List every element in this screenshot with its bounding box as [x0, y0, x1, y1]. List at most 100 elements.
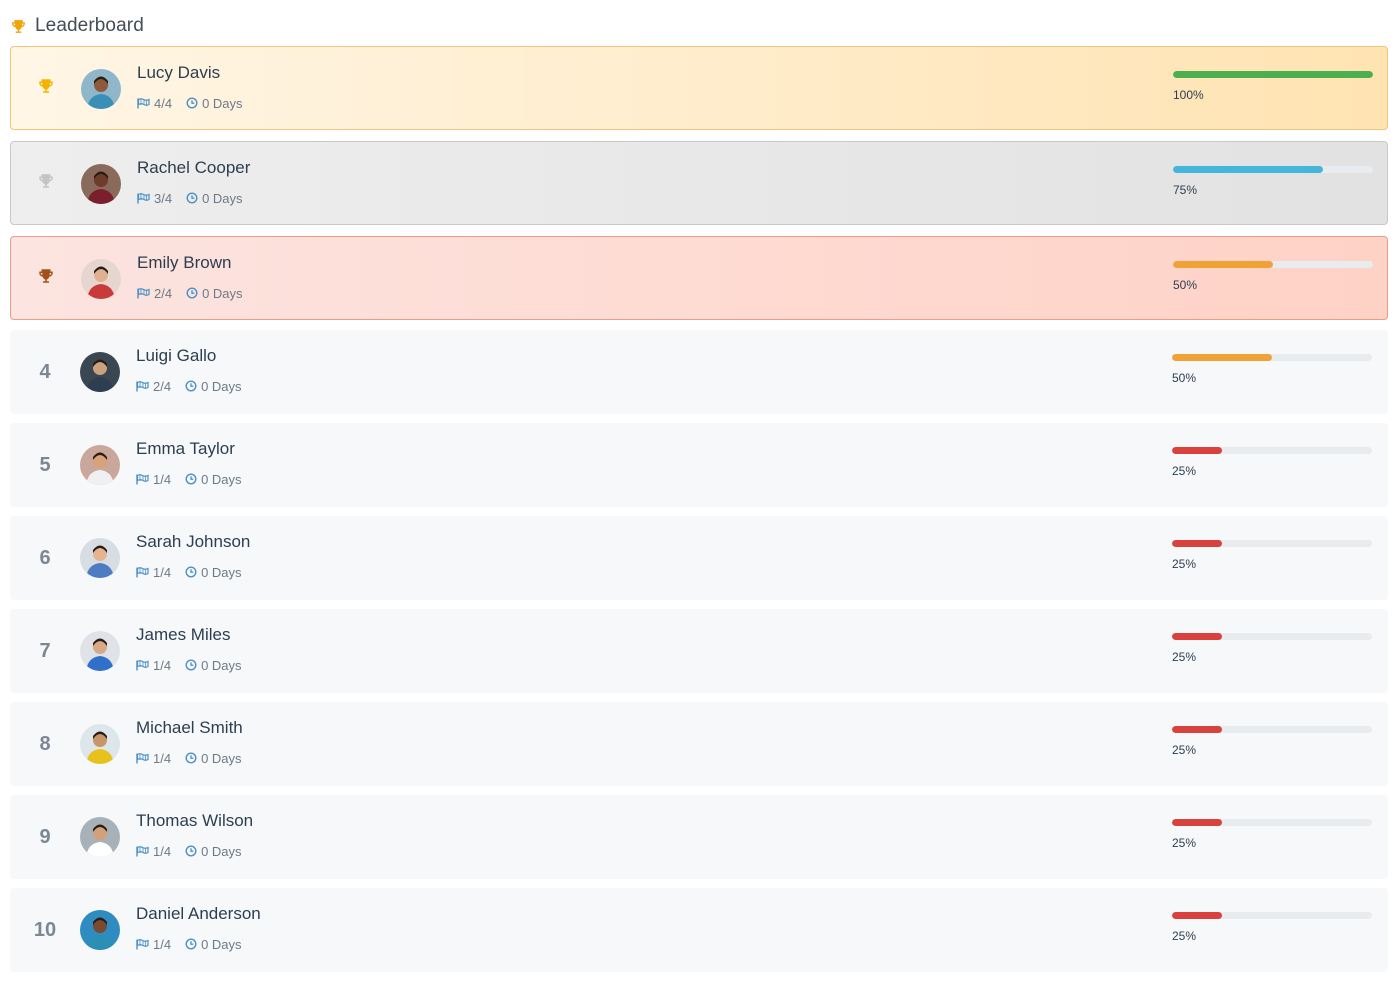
- tasks-count: 1/4: [153, 471, 172, 487]
- progress-percent: 50%: [1172, 371, 1197, 385]
- avatar[interactable]: [80, 445, 120, 485]
- progress-indicator: 50%: [1173, 261, 1373, 292]
- leaderboard-row[interactable]: 7 James Miles 1/4 0 Days 25%: [10, 609, 1388, 693]
- tasks-count: 1/4: [153, 564, 172, 580]
- rank-cell: [11, 47, 81, 129]
- progress-indicator: 25%: [1172, 726, 1372, 757]
- silver-trophy-icon: [37, 172, 55, 195]
- avatar[interactable]: [81, 259, 121, 299]
- avatar[interactable]: [81, 69, 121, 109]
- user-name[interactable]: James Miles: [136, 625, 230, 645]
- progress-fill: [1172, 726, 1222, 733]
- trophy-icon: [10, 18, 27, 35]
- clock-icon: [185, 752, 197, 764]
- progress-track: [1172, 354, 1372, 361]
- user-name[interactable]: Lucy Davis: [137, 63, 220, 83]
- days-count: 0 Days: [201, 471, 242, 487]
- leaderboard-row[interactable]: 8 Michael Smith 1/4 0 Days 25%: [10, 702, 1388, 786]
- rank-cell: 7: [10, 609, 80, 693]
- gold-trophy-icon: [37, 77, 55, 100]
- clock-icon: [185, 566, 197, 578]
- page-title: Leaderboard: [35, 15, 144, 36]
- leaderboard-row[interactable]: 9 Thomas Wilson 1/4 0 Days 25%: [10, 795, 1388, 879]
- progress-track: [1172, 819, 1372, 826]
- progress-fill: [1172, 633, 1222, 640]
- progress-fill: [1173, 261, 1273, 268]
- user-meta: 1/4 0 Days: [136, 564, 242, 580]
- user-name[interactable]: Michael Smith: [136, 718, 243, 738]
- rank-cell: 8: [10, 702, 80, 786]
- progress-percent: 25%: [1172, 836, 1197, 850]
- rank-number: 7: [39, 639, 51, 662]
- leaderboard-row[interactable]: 5 Emma Taylor 1/4 0 Days 25%: [10, 423, 1388, 507]
- leaderboard-row[interactable]: 4 Luigi Gallo 2/4 0 Days 50%: [10, 330, 1388, 414]
- progress-track: [1173, 71, 1373, 78]
- user-meta: 4/4 0 Days: [137, 95, 243, 111]
- avatar[interactable]: [80, 538, 120, 578]
- rank-number: 9: [39, 825, 51, 848]
- user-name[interactable]: Rachel Cooper: [137, 158, 250, 178]
- clock-icon: [185, 380, 197, 392]
- progress-fill: [1172, 540, 1222, 547]
- rank-number: 4: [39, 360, 51, 383]
- user-meta: 1/4 0 Days: [136, 843, 242, 859]
- user-name[interactable]: Thomas Wilson: [136, 811, 253, 831]
- leaderboard-row[interactable]: 6 Sarah Johnson 1/4 0 Days 25%: [10, 516, 1388, 600]
- days-count: 0 Days: [202, 285, 243, 301]
- user-name[interactable]: Emma Taylor: [136, 439, 235, 459]
- rank-number: 6: [39, 546, 51, 569]
- avatar[interactable]: [80, 817, 120, 857]
- progress-percent: 25%: [1172, 464, 1197, 478]
- progress-percent: 25%: [1172, 557, 1197, 571]
- flag-icon: [136, 380, 149, 392]
- rank-number: 10: [33, 918, 57, 941]
- user-meta: 1/4 0 Days: [136, 750, 242, 766]
- progress-track: [1172, 540, 1372, 547]
- user-name[interactable]: Emily Brown: [137, 253, 231, 273]
- avatar[interactable]: [80, 352, 120, 392]
- avatar[interactable]: [81, 164, 121, 204]
- progress-indicator: 25%: [1172, 447, 1372, 478]
- leaderboard-header: Leaderboard: [10, 14, 144, 38]
- flag-icon: [136, 752, 149, 764]
- user-name[interactable]: Daniel Anderson: [136, 904, 261, 924]
- rank-cell: 9: [10, 795, 80, 879]
- user-meta: 1/4 0 Days: [136, 471, 242, 487]
- progress-percent: 100%: [1173, 88, 1204, 102]
- progress-track: [1172, 726, 1372, 733]
- tasks-count: 1/4: [153, 843, 172, 859]
- progress-fill: [1172, 447, 1222, 454]
- progress-percent: 50%: [1173, 278, 1198, 292]
- clock-icon: [185, 473, 197, 485]
- user-name[interactable]: Sarah Johnson: [136, 532, 250, 552]
- avatar[interactable]: [80, 631, 120, 671]
- tasks-count: 2/4: [154, 285, 173, 301]
- progress-fill: [1173, 71, 1373, 78]
- avatar[interactable]: [80, 724, 120, 764]
- leaderboard-row[interactable]: 10 Daniel Anderson 1/4 0 Days 25%: [10, 888, 1388, 972]
- progress-track: [1172, 912, 1372, 919]
- flag-icon: [137, 287, 150, 299]
- leaderboard-row[interactable]: Rachel Cooper 3/4 0 Days 75%: [10, 141, 1388, 225]
- rank-cell: 4: [10, 330, 80, 414]
- progress-fill: [1172, 819, 1222, 826]
- leaderboard-row[interactable]: Lucy Davis 4/4 0 Days 100%: [10, 46, 1388, 130]
- days-count: 0 Days: [202, 190, 243, 206]
- progress-indicator: 100%: [1173, 71, 1373, 102]
- avatar[interactable]: [80, 910, 120, 950]
- flag-icon: [136, 659, 149, 671]
- flag-icon: [136, 938, 149, 950]
- days-count: 0 Days: [201, 843, 242, 859]
- user-meta: 2/4 0 Days: [136, 378, 242, 394]
- progress-fill: [1173, 166, 1323, 173]
- clock-icon: [185, 845, 197, 857]
- clock-icon: [186, 287, 198, 299]
- flag-icon: [137, 97, 150, 109]
- progress-percent: 25%: [1172, 743, 1197, 757]
- user-name[interactable]: Luigi Gallo: [136, 346, 216, 366]
- leaderboard-row[interactable]: Emily Brown 2/4 0 Days 50%: [10, 236, 1388, 320]
- clock-icon: [186, 97, 198, 109]
- days-count: 0 Days: [201, 750, 242, 766]
- rank-cell: [11, 237, 81, 319]
- user-meta: 1/4 0 Days: [136, 657, 242, 673]
